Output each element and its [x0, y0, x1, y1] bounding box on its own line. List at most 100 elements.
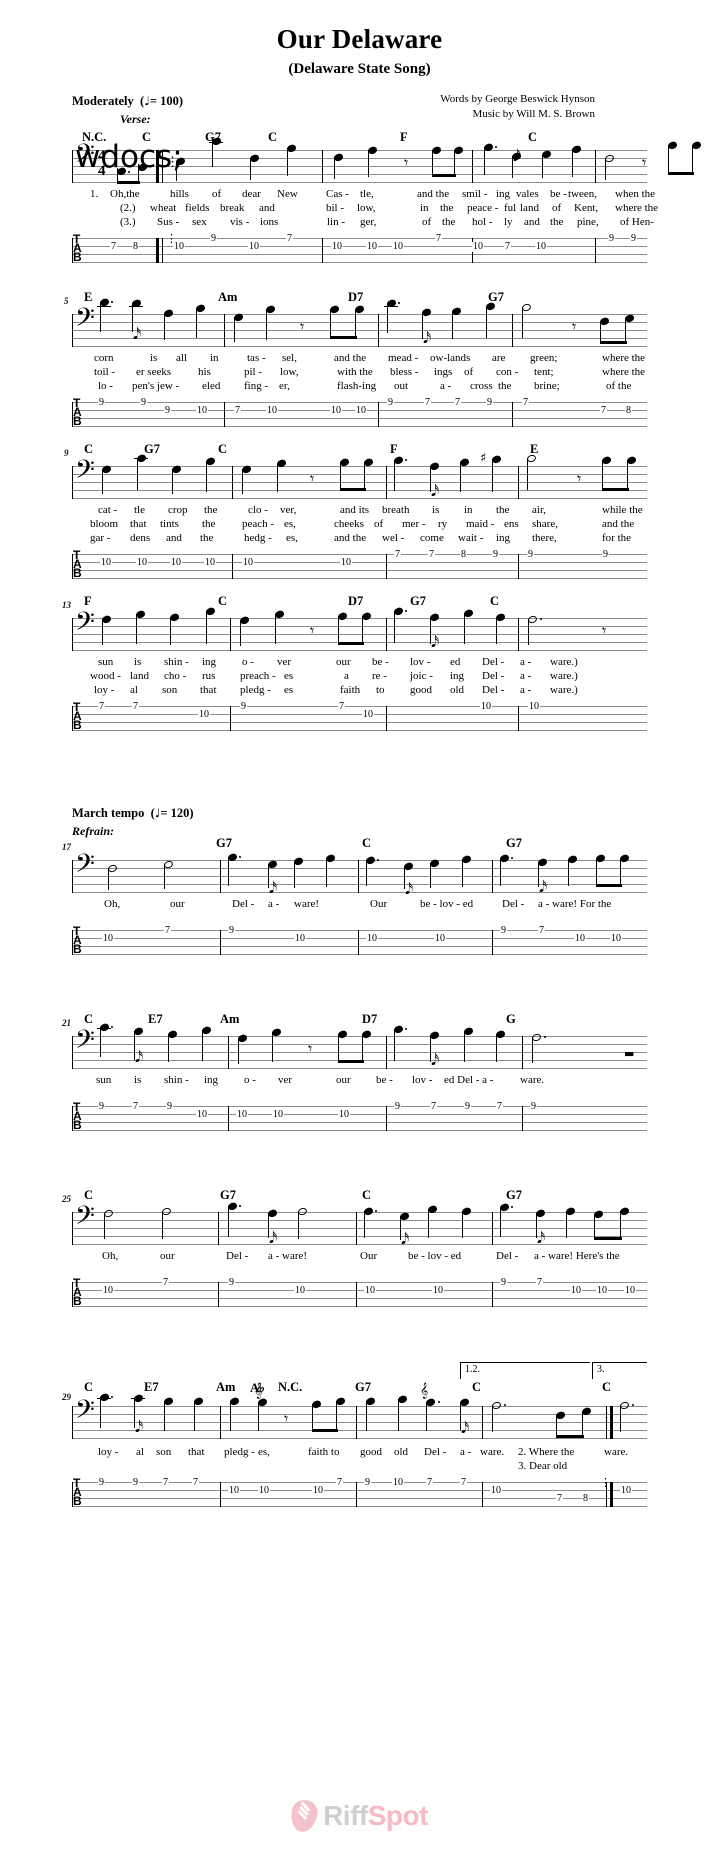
bass-clef-glyph: 𝄢 — [75, 1395, 95, 1431]
tab-fret-number: 9 — [527, 549, 534, 560]
lyric-syllable: is — [134, 1074, 142, 1086]
quarter-rest: 𝄾 — [572, 317, 577, 336]
lyric-syllable: the — [204, 504, 218, 516]
lyric-syllable: of the — [606, 380, 632, 392]
lyric-syllable: tints — [160, 518, 179, 530]
tab-fret-number: 9 — [228, 1277, 235, 1288]
lyric-syllable: (2.) — [120, 202, 136, 214]
lyric-syllable: Del - — [482, 670, 505, 682]
lyric-syllable: the — [200, 532, 214, 544]
chord-symbol: C — [602, 1380, 612, 1394]
tempo-value: = 100 — [149, 94, 179, 108]
page-subtitle: (Delaware State Song) — [288, 61, 431, 77]
tab-fret-number: 10 — [170, 557, 182, 568]
lyric-syllable: ware. — [520, 1074, 545, 1086]
tab-fret-number: 10 — [236, 1109, 248, 1120]
lyric-syllable: 1. — [90, 188, 99, 200]
chord-symbol: C — [362, 836, 372, 850]
chord-symbol: D7 — [348, 290, 364, 304]
tab-fret-number: 10 — [330, 405, 342, 416]
lyric-line: gar - dens and the hedg - es, and the we… — [72, 532, 647, 545]
tab-fret-number: 9 — [240, 701, 247, 712]
chord-symbol: C — [268, 130, 278, 144]
lyric-syllable: that — [200, 684, 217, 696]
tab-fret-number: 9 — [210, 233, 217, 244]
lyric-syllable: peach - — [242, 518, 275, 530]
tab-fret-number: 10 — [620, 1485, 632, 1496]
tempo-text: Moderately — [72, 94, 134, 108]
lyric-syllable: Del - — [424, 1446, 447, 1458]
tab-fret-number: 10 — [196, 1109, 208, 1120]
lyric-syllable: and — [166, 532, 182, 544]
lyric-syllable: is — [432, 504, 440, 516]
music-staff: 𝄢 𝄾 𝅘𝅥𝅯 ♯ 𝄾 — [72, 452, 647, 499]
quarter-rest: 𝄾 — [300, 317, 305, 336]
chord-symbol: G7 — [220, 1188, 236, 1202]
lyric-syllable: sun — [98, 656, 114, 668]
verse-label: Verse: — [120, 112, 151, 126]
quarter-rest: 𝄾 — [310, 621, 315, 640]
lyric-line: Oh, our Del - a - ware! Our be - lov - e… — [72, 898, 647, 911]
lyric-syllable: ware! — [294, 898, 320, 910]
lyric-syllable: in — [420, 202, 429, 214]
chord-symbol: F — [390, 442, 398, 456]
lyric-syllable: of — [552, 202, 562, 214]
tab-fret-number: 10 — [100, 557, 112, 568]
lyric-syllable: eled — [202, 380, 221, 392]
chord-symbol: G7 — [355, 1380, 371, 1394]
lyric-syllable: tle — [134, 504, 145, 516]
tab-staff: T A B 7 8 ⋮ 10 9 10 7 10 10 10 7 10 7 10… — [72, 233, 647, 263]
lyric-syllable: ing — [204, 1074, 219, 1086]
lyric-syllable: ver, — [280, 504, 297, 516]
lyric-syllable: crop — [168, 504, 188, 516]
lyric-syllable: er, — [279, 380, 290, 392]
tab-fret-number: 9 — [500, 1277, 507, 1288]
tab-fret-number: 9 — [387, 397, 394, 408]
lyric-line: bloom that tints the peach - es, cheeks … — [72, 518, 647, 531]
lyric-syllable: the — [440, 202, 454, 214]
lyric-line: corn is all in tas - sel, and the mead -… — [72, 352, 647, 365]
lyric-syllable: Oh, — [102, 1250, 119, 1262]
lyric-syllable: shin - — [164, 656, 189, 668]
lyric-syllable: Our — [360, 1250, 378, 1262]
lyric-line: cat - tle crop the clo - ver, and its br… — [72, 504, 647, 517]
tab-fret-number: 9 — [164, 405, 171, 416]
lyric-syllable: cheeks — [334, 518, 364, 530]
lyric-syllable: es — [284, 684, 294, 696]
ending-lyric-2: 3. Dear old — [518, 1460, 568, 1472]
tab-fret-number: 9 — [492, 549, 499, 560]
lyric-syllable: Del - — [496, 1250, 519, 1262]
tab-fret-number: 9 — [608, 233, 615, 244]
lyric-syllable: gar - — [90, 532, 111, 544]
words-credit: Words by George Beswick Hynson — [440, 93, 595, 105]
music-staff: 𝄢 𝄾 𝅘𝅥𝅯 𝄾 — [72, 606, 647, 651]
tab-fret-number: 10 — [102, 933, 114, 944]
tab-fret-number: 10 — [355, 405, 367, 416]
half-rest: ▬ — [624, 1047, 635, 1060]
lyric-syllable: ings — [434, 366, 453, 378]
lyric-syllable: ware.) — [550, 656, 578, 668]
lyric-syllable: es — [284, 670, 294, 682]
lyric-syllable: a - — [520, 670, 532, 682]
lyric-syllable: ger, — [360, 216, 377, 228]
lyric-line: loy - al son that pledg - es faith to go… — [72, 684, 647, 697]
lyric-syllable: al — [130, 684, 138, 696]
lyric-syllable: for the — [602, 532, 632, 544]
chord-symbol: G — [506, 1012, 516, 1026]
lyric-syllable: Cas - — [326, 188, 349, 200]
tab-fret-number: 10 — [331, 241, 343, 252]
lyric-syllable: that — [188, 1446, 205, 1458]
lyric-syllable: Our — [370, 898, 388, 910]
lyric-syllable: land — [520, 202, 539, 214]
lyric-syllable: breath — [382, 504, 410, 516]
tab-fret-number: 10 — [294, 933, 306, 944]
tab-fret-number: 10 — [432, 1285, 444, 1296]
lyric-syllable: clo - — [248, 504, 268, 516]
tab-fret-number: 9 — [530, 1101, 537, 1112]
lyric-syllable: Del - — [226, 1250, 249, 1262]
lyric-syllable: a - ware! Here's the — [534, 1250, 620, 1262]
lyric-syllable: when the — [615, 188, 656, 200]
chord-symbol: Am — [218, 290, 238, 304]
lyric-syllable: ing — [202, 656, 217, 668]
lyric-syllable: con - — [496, 366, 519, 378]
